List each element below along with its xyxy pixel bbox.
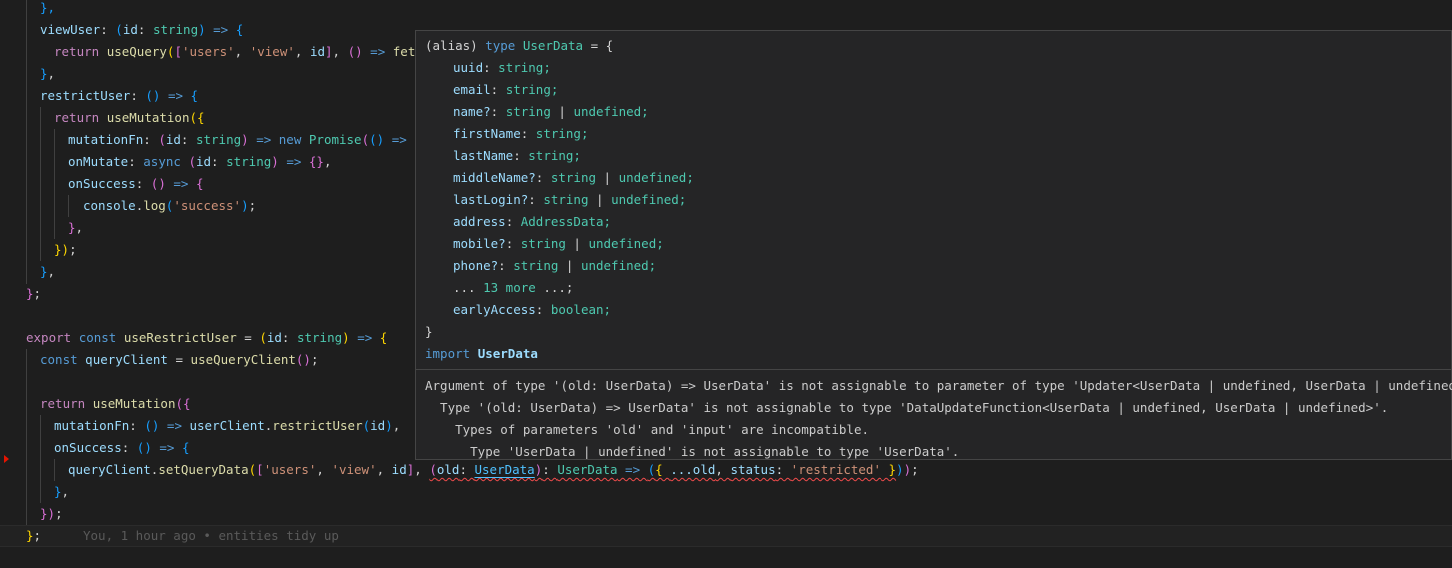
hover-divider: [416, 369, 1451, 370]
type-field: address: AddressData;: [453, 214, 612, 229]
field-name: email: [453, 82, 491, 97]
field-type: AddressData;: [520, 214, 612, 229]
hover-tooltip: (alias) type UserData = { uuid: string; e…: [415, 30, 1452, 460]
field-union-type: undefined;: [588, 236, 664, 251]
code-line[interactable]: },: [0, 0, 1452, 19]
field-type: string;: [505, 82, 559, 97]
code-line-current[interactable]: }; You, 1 hour ago • entities tidy up: [0, 525, 1452, 547]
type-field: phone?: string | undefined;: [453, 258, 657, 273]
field-name: middleName?: [453, 170, 536, 185]
git-blame-annotation: You, 1 hour ago • entities tidy up: [83, 528, 339, 543]
field-name: lastName: [453, 148, 514, 163]
field-type: string;: [535, 126, 589, 141]
type-field: mobile?: string | undefined;: [453, 236, 664, 251]
field-type: string: [550, 170, 597, 185]
error-squiggle[interactable]: (old: UserData): UserData => ({ ...old, …: [429, 462, 896, 477]
field-type: string;: [498, 60, 551, 75]
field-union-type: undefined;: [611, 192, 687, 207]
type-field: firstName: string;: [453, 126, 589, 141]
type-definition: (alias) type UserData = { uuid: string; e…: [425, 38, 694, 361]
field-name: name?: [453, 104, 491, 119]
field-union-type: undefined;: [618, 170, 694, 185]
code-line[interactable]: },: [0, 481, 1452, 503]
diagnostic-line: Argument of type '(old: UserData) => Use…: [425, 378, 1452, 393]
field-name: phone?: [453, 258, 499, 273]
field-name: address: [453, 214, 506, 229]
type-field: uuid: string;: [453, 60, 551, 75]
diagnostic-line: Types of parameters 'old' and 'input' ar…: [425, 422, 870, 437]
field-type: string: [543, 192, 589, 207]
type-field: name?: string | undefined;: [453, 104, 649, 119]
breakpoint-arrow-icon[interactable]: [4, 455, 9, 463]
field-type: string;: [528, 148, 581, 163]
diagnostic-line: Type '(old: UserData) => UserData' is no…: [425, 400, 1389, 415]
field-name: lastLogin?: [453, 192, 529, 207]
code-line[interactable]: });: [0, 503, 1452, 525]
field-type: string: [505, 104, 551, 119]
type-field: lastLogin?: string | undefined;: [453, 192, 687, 207]
type-field: lastName: string;: [453, 148, 581, 163]
type-field: middleName?: string | undefined;: [453, 170, 694, 185]
field-type: string: [520, 236, 566, 251]
field-union-type: undefined;: [573, 104, 649, 119]
field-type: string: [513, 258, 559, 273]
diagnostic-line: Type 'UserData | undefined' is not assig…: [425, 444, 960, 459]
type-link[interactable]: UserData: [475, 462, 535, 477]
type-field: email: string;: [453, 82, 559, 97]
field-union-type: undefined;: [580, 258, 657, 273]
field-name: firstName: [453, 126, 521, 141]
field-name: mobile?: [453, 236, 506, 251]
field-name: uuid: [453, 60, 484, 75]
